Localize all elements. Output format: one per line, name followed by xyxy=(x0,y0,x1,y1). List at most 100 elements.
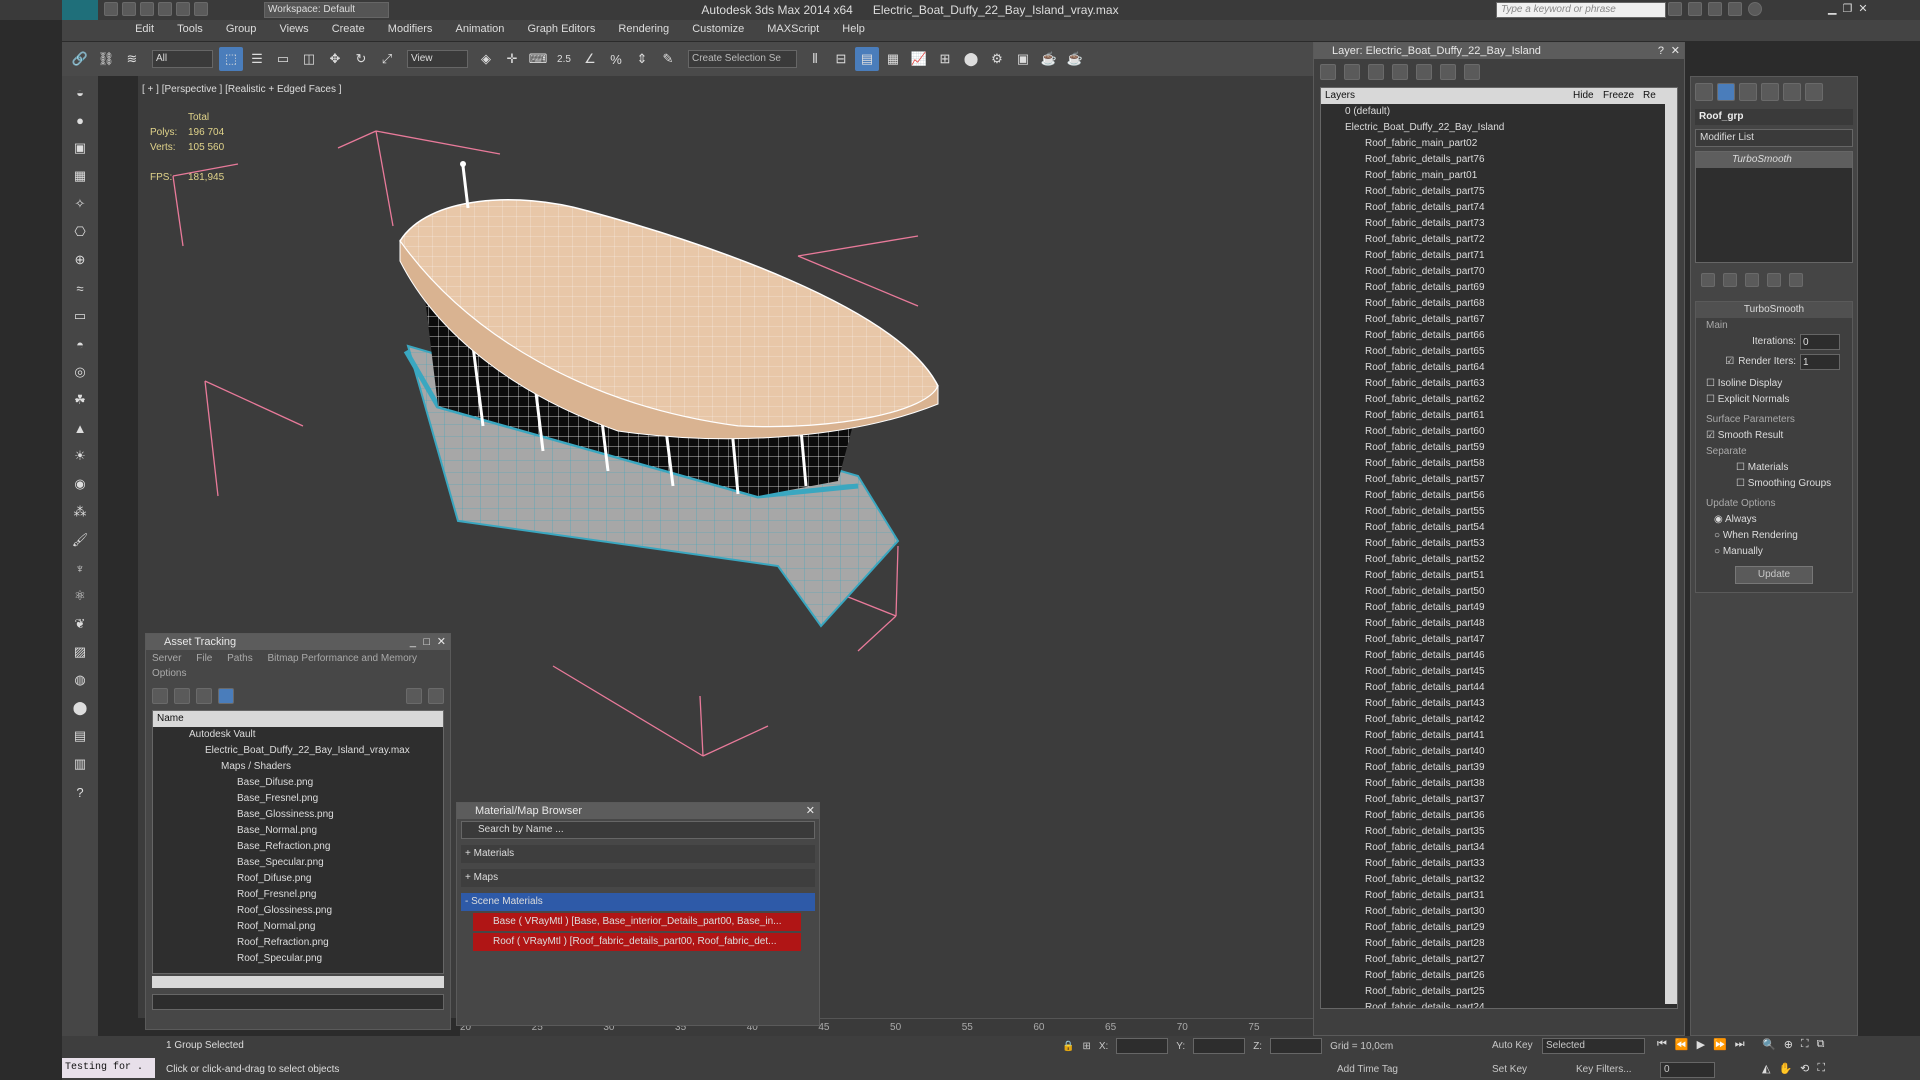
layer-object[interactable]: Roof_fabric_details_part62 xyxy=(1321,392,1677,408)
layer-manager-icon[interactable]: ▤ xyxy=(855,47,879,71)
layer-object[interactable]: Roof_fabric_details_part44 xyxy=(1321,680,1677,696)
layer-object[interactable]: Roof_fabric_details_part70 xyxy=(1321,264,1677,280)
always-radio[interactable]: ◉ xyxy=(1714,514,1723,525)
zoom-extents-icon[interactable]: ⛶ xyxy=(1801,1038,1809,1051)
save-file-icon[interactable] xyxy=(140,2,154,16)
utilities-tab-icon[interactable] xyxy=(1805,83,1823,101)
layer-object[interactable]: Roof_fabric_details_part68 xyxy=(1321,296,1677,312)
refresh-icon[interactable] xyxy=(152,688,168,704)
scene-material-roof[interactable]: Roof ( VRayMtl ) [Roof_fabric_details_pa… xyxy=(473,933,801,951)
close-icon[interactable]: ✕ xyxy=(806,803,815,819)
layer-main[interactable]: Electric_Boat_Duffy_22_Bay_Island xyxy=(1321,120,1677,136)
layer-object[interactable]: Roof_fabric_details_part38 xyxy=(1321,776,1677,792)
column-header-freeze[interactable]: Freeze xyxy=(1603,88,1643,104)
minimize-icon[interactable]: ▁ xyxy=(1828,2,1836,15)
layer-object[interactable]: Roof_fabric_details_part51 xyxy=(1321,568,1677,584)
iterations-input[interactable]: 0 xyxy=(1800,334,1840,350)
reference-coord-dropdown[interactable]: View xyxy=(407,50,468,68)
layer-object[interactable]: Roof_fabric_details_part30 xyxy=(1321,904,1677,920)
smooth-result-checkbox[interactable]: ☑ xyxy=(1706,430,1715,441)
layer-object[interactable]: Roof_fabric_details_part74 xyxy=(1321,200,1677,216)
render-production-icon[interactable]: ☕ xyxy=(1037,47,1061,71)
absolute-mode-icon[interactable]: ⊞ xyxy=(1082,1041,1090,1052)
column-header-name[interactable]: Name xyxy=(153,711,443,727)
layer-object[interactable]: Roof_fabric_details_part50 xyxy=(1321,584,1677,600)
asset-file[interactable]: Roof_Fresnel.png xyxy=(153,887,443,903)
next-frame-icon[interactable]: ⏩ xyxy=(1713,1038,1727,1051)
key-filters-button[interactable]: Key Filters... xyxy=(1576,1064,1632,1075)
angle-snap-icon[interactable]: ∠ xyxy=(578,47,602,71)
paint-icon[interactable]: 🖌 xyxy=(68,528,92,552)
y-coordinate-input[interactable] xyxy=(1193,1038,1246,1054)
goto-start-icon[interactable]: ⏮ xyxy=(1657,1038,1667,1051)
utilities-icon[interactable]: ▥ xyxy=(68,752,92,776)
hide-all-icon[interactable] xyxy=(1440,64,1456,80)
layer-object[interactable]: Roof_fabric_details_part58 xyxy=(1321,456,1677,472)
cone-icon[interactable]: ▲ xyxy=(68,416,92,440)
layer-manager-title[interactable]: Layer: Electric_Boat_Duffy_22_Bay_Island… xyxy=(1314,43,1684,59)
keyboard-shortcut-icon[interactable]: ⌨ xyxy=(526,47,550,71)
zoom-extents-all-icon[interactable]: ⧉ xyxy=(1817,1038,1825,1051)
layer-object[interactable]: Roof_fabric_details_part67 xyxy=(1321,312,1677,328)
asset-file[interactable]: Base_Fresnel.png xyxy=(153,791,443,807)
bind-space-warp-icon[interactable]: ≋ xyxy=(120,47,144,71)
asset-file[interactable]: Roof_Refraction.png xyxy=(153,935,443,951)
menu-modifiers[interactable]: Modifiers xyxy=(378,20,443,38)
layer-default[interactable]: 0 (default) xyxy=(1321,104,1677,120)
column-header-render[interactable]: Re xyxy=(1643,88,1663,104)
layer-object[interactable]: Roof_fabric_main_part02 xyxy=(1321,136,1677,152)
z-coordinate-input[interactable] xyxy=(1270,1038,1323,1054)
layer-object[interactable]: Roof_fabric_details_part65 xyxy=(1321,344,1677,360)
asset-menu-file[interactable]: File xyxy=(196,653,212,664)
freeze-all-icon[interactable] xyxy=(1464,64,1480,80)
render-iters-input[interactable]: 1 xyxy=(1800,354,1840,370)
show-end-result-icon[interactable] xyxy=(1723,273,1737,287)
redo-icon[interactable] xyxy=(176,2,190,16)
pan-icon[interactable]: ✋ xyxy=(1778,1062,1792,1075)
close-icon[interactable]: ✕ xyxy=(437,634,446,650)
menu-create[interactable]: Create xyxy=(322,20,375,38)
camera-icon[interactable]: ⎔ xyxy=(68,220,92,244)
layer-object[interactable]: Roof_fabric_details_part75 xyxy=(1321,184,1677,200)
align-icon[interactable]: ⊟ xyxy=(829,47,853,71)
layer-object[interactable]: Roof_fabric_details_part33 xyxy=(1321,856,1677,872)
menu-views[interactable]: Views xyxy=(269,20,318,38)
modifier-list-dropdown[interactable]: Modifier List xyxy=(1695,129,1853,147)
menu-graph-editors[interactable]: Graph Editors xyxy=(517,20,605,38)
pivot-center-icon[interactable]: ◈ xyxy=(474,47,498,71)
menu-tools[interactable]: Tools xyxy=(167,20,213,38)
layer-object[interactable]: Roof_fabric_details_part55 xyxy=(1321,504,1677,520)
modify-tab-icon[interactable] xyxy=(1717,83,1735,101)
x-coordinate-input[interactable] xyxy=(1116,1038,1169,1054)
layer-object[interactable]: Roof_fabric_details_part73 xyxy=(1321,216,1677,232)
key-mode-dropdown[interactable]: Selected xyxy=(1542,1038,1645,1054)
make-unique-icon[interactable] xyxy=(1745,273,1759,287)
layer-object[interactable]: Roof_fabric_details_part61 xyxy=(1321,408,1677,424)
unlink-icon[interactable]: ⛓ xyxy=(94,47,118,71)
schematic-view-icon[interactable]: ⊞ xyxy=(933,47,957,71)
maximize-viewport-icon[interactable]: ⛶ xyxy=(1817,1062,1825,1075)
layer-object[interactable]: Roof_fabric_details_part57 xyxy=(1321,472,1677,488)
hair-icon[interactable]: ♆ xyxy=(68,556,92,580)
asset-file[interactable]: Roof_Normal.png xyxy=(153,919,443,935)
asset-hscrollbar[interactable] xyxy=(152,976,444,988)
manually-radio[interactable]: ○ xyxy=(1714,546,1720,557)
thumbnail-view-icon[interactable] xyxy=(196,688,212,704)
layer-object[interactable]: Roof_fabric_details_part34 xyxy=(1321,840,1677,856)
layer-object[interactable]: Roof_fabric_details_part41 xyxy=(1321,728,1677,744)
new-file-icon[interactable] xyxy=(104,2,118,16)
remove-modifier-icon[interactable] xyxy=(1767,273,1781,287)
layer-object[interactable]: Roof_fabric_details_part59 xyxy=(1321,440,1677,456)
edit-named-selection-icon[interactable]: ✎ xyxy=(656,47,680,71)
layer-object[interactable]: Roof_fabric_details_part26 xyxy=(1321,968,1677,984)
group-scene-materials[interactable]: - Scene Materials xyxy=(461,893,815,911)
isoline-checkbox[interactable]: ☐ xyxy=(1706,378,1715,389)
rollout-title[interactable]: TurboSmooth xyxy=(1696,302,1852,318)
curve-editor-icon[interactable]: 📈 xyxy=(907,47,931,71)
binoculars-icon[interactable] xyxy=(1668,2,1682,16)
sun-icon[interactable]: ☀ xyxy=(68,444,92,468)
project-folder-icon[interactable] xyxy=(194,2,208,16)
asset-menu-options[interactable]: Options xyxy=(152,668,186,679)
restore-icon[interactable]: ❐ xyxy=(1842,2,1852,15)
undo-icon[interactable] xyxy=(158,2,172,16)
